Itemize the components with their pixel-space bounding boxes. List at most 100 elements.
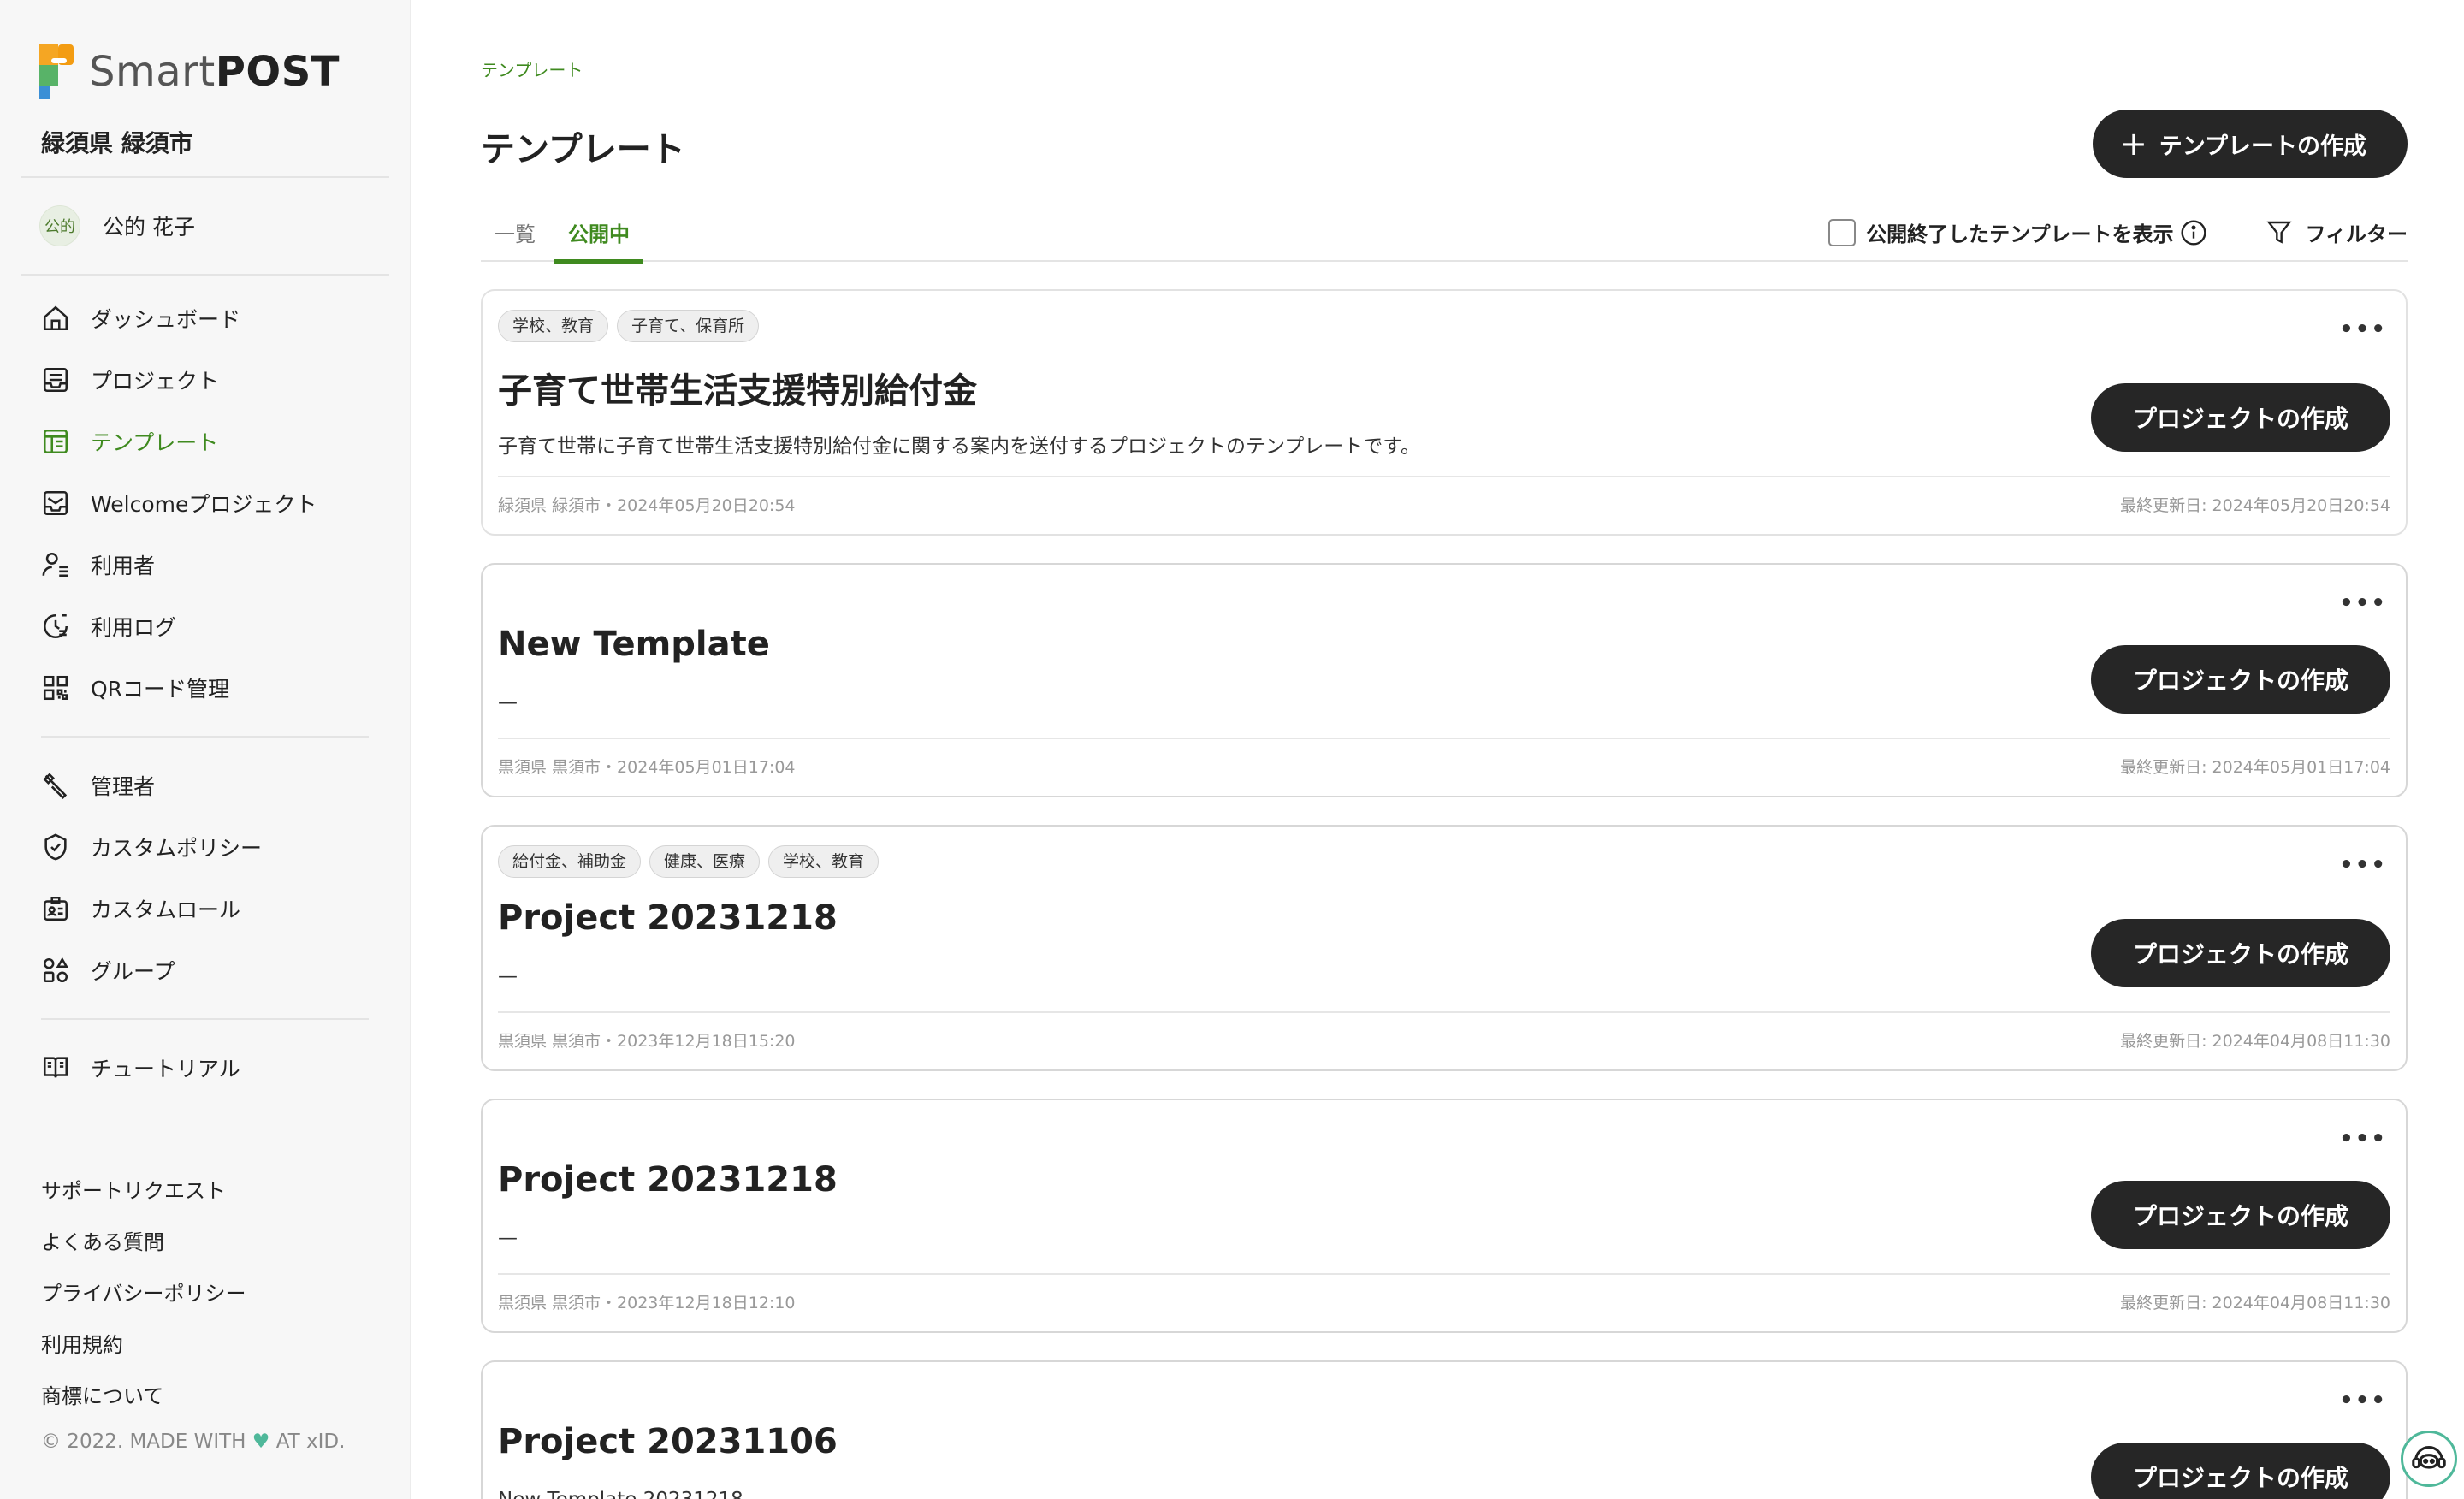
divider bbox=[498, 476, 2390, 477]
create-project-button[interactable]: プロジェクトの作成 bbox=[2091, 919, 2390, 987]
template-description: New Template 20231218 bbox=[498, 1489, 743, 1499]
template-title: 子育て世帯生活支援特別給付金 bbox=[498, 371, 977, 411]
template-updated: 最終更新日: 2024年04月08日11:30 bbox=[2120, 1032, 2390, 1051]
shield-icon bbox=[39, 831, 72, 863]
show-ended-label[interactable]: 公開終了したテンプレートを表示 bbox=[1866, 217, 2173, 247]
nav-admin: 管理者 カスタムポリシー カスタムロール グループ bbox=[21, 755, 389, 1001]
tag: 学校、教育 bbox=[768, 845, 880, 878]
sidebar-item-users[interactable]: 利用者 bbox=[21, 534, 389, 595]
template-updated: 最終更新日: 2024年05月20日20:54 bbox=[2120, 496, 2390, 515]
tab-all[interactable]: 一覧 bbox=[495, 217, 536, 260]
sidebar-item-usage-log[interactable]: 利用ログ bbox=[21, 595, 389, 657]
more-options-icon[interactable]: ••• bbox=[2339, 1388, 2387, 1413]
info-icon[interactable] bbox=[2180, 219, 2207, 246]
template-owner-created: 緑須県 緑須市・2024年05月20日20:54 bbox=[498, 496, 796, 515]
sidebar-item-label: QRコード管理 bbox=[91, 677, 230, 702]
page-title: テンプレート bbox=[481, 130, 685, 169]
template-list: 学校、教育 子育て、保育所 ••• 子育て世帯生活支援特別給付金 子育て世帯に子… bbox=[481, 289, 2408, 1499]
template-title: Project 20231218 bbox=[498, 898, 838, 938]
sidebar-item-label: 管理者 bbox=[91, 774, 156, 799]
sidebar-item-label: 利用ログ bbox=[91, 615, 177, 640]
sidebar-item-label: カスタムポリシー bbox=[91, 836, 263, 861]
sidebar-item-label: プロジェクト bbox=[91, 369, 220, 394]
sidebar-item-tutorial[interactable]: チュートリアル bbox=[21, 1037, 389, 1099]
create-project-button[interactable]: プロジェクトの作成 bbox=[2091, 645, 2390, 714]
template-description: 子育て世帯に子育て世帯生活支援特別給付金に関する案内を送付するプロジェクトのテン… bbox=[498, 435, 1421, 458]
nav-main: ダッシュボード プロジェクト テンプレート Welcomeプロジェクト 利用者 … bbox=[21, 276, 389, 719]
template-card[interactable]: 学校、教育 子育て、保育所 ••• 子育て世帯生活支援特別給付金 子育て世帯に子… bbox=[481, 289, 2408, 536]
footer-link-terms[interactable]: 利用規約 bbox=[41, 1319, 246, 1371]
heart-icon: ♥ bbox=[252, 1431, 270, 1453]
welcome-mail-icon bbox=[39, 487, 72, 519]
logo[interactable]: SmartPOST bbox=[21, 38, 389, 106]
tab-published[interactable]: 公開中 bbox=[554, 217, 643, 264]
group-shapes-icon bbox=[39, 954, 72, 986]
support-chat-button[interactable] bbox=[2401, 1431, 2457, 1487]
sidebar-item-projects[interactable]: プロジェクト bbox=[21, 349, 389, 411]
inbox-icon bbox=[39, 364, 72, 396]
breadcrumb[interactable]: テンプレート bbox=[481, 56, 583, 81]
sidebar-item-label: Welcomeプロジェクト bbox=[91, 492, 317, 517]
template-card[interactable]: ••• Project 20231106 New Template 202312… bbox=[481, 1360, 2408, 1499]
sidebar-item-admins[interactable]: 管理者 bbox=[21, 755, 389, 816]
sidebar-item-custom-role[interactable]: カスタムロール bbox=[21, 878, 389, 939]
footer-link-support[interactable]: サポートリクエスト bbox=[41, 1165, 246, 1217]
create-project-button[interactable]: プロジェクトの作成 bbox=[2091, 383, 2390, 452]
more-options-icon[interactable]: ••• bbox=[2339, 852, 2387, 878]
template-updated: 最終更新日: 2024年04月08日11:30 bbox=[2120, 1294, 2390, 1312]
avatar: 公的 bbox=[39, 205, 80, 246]
template-updated: 最終更新日: 2024年05月01日17:04 bbox=[2120, 758, 2390, 777]
user-list-icon bbox=[39, 548, 72, 581]
wrench-icon bbox=[39, 769, 72, 802]
more-options-icon[interactable]: ••• bbox=[2339, 1126, 2387, 1152]
divider bbox=[498, 1273, 2390, 1275]
id-card-icon bbox=[39, 892, 72, 925]
template-owner-created: 黒須県 黒須市・2023年12月18日12:10 bbox=[498, 1294, 796, 1312]
home-icon bbox=[39, 302, 72, 335]
user-name: 公的 花子 bbox=[103, 215, 195, 240]
footer-link-privacy[interactable]: プライバシーポリシー bbox=[41, 1268, 246, 1319]
template-icon bbox=[39, 425, 72, 458]
tag-list: 学校、教育 子育て、保育所 bbox=[498, 310, 760, 342]
qr-code-icon bbox=[39, 672, 72, 704]
sidebar-item-groups[interactable]: グループ bbox=[21, 939, 389, 1001]
template-title: Project 20231218 bbox=[498, 1160, 838, 1200]
main-content: テンプレート テンプレート + テンプレートの作成 一覧 公開中 公開終了したテ… bbox=[411, 0, 2464, 1499]
sidebar-item-dashboard[interactable]: ダッシュボード bbox=[21, 287, 389, 349]
sidebar-item-qr-code[interactable]: QRコード管理 bbox=[21, 657, 389, 719]
tab-tools: 公開終了したテンプレートを表示 フィルター bbox=[1828, 217, 2408, 247]
template-card[interactable]: 給付金、補助金 健康、医療 学校、教育 ••• Project 20231218… bbox=[481, 825, 2408, 1071]
sidebar-item-label: チュートリアル bbox=[91, 1057, 240, 1081]
template-title: New Template bbox=[498, 625, 770, 664]
sidebar: SmartPOST 緑須県 緑須市 公的 公的 花子 ダッシュボード プロジェク… bbox=[0, 0, 411, 1499]
user-profile[interactable]: 公的 公的 花子 bbox=[21, 178, 389, 274]
sidebar-item-custom-policy[interactable]: カスタムポリシー bbox=[21, 816, 389, 878]
template-card[interactable]: ••• New Template — プロジェクトの作成 黒須県 黒須市・202… bbox=[481, 563, 2408, 797]
book-icon bbox=[39, 1052, 72, 1084]
sidebar-item-welcome-project[interactable]: Welcomeプロジェクト bbox=[21, 472, 389, 534]
template-description: — bbox=[498, 1227, 518, 1249]
create-project-button[interactable]: プロジェクトの作成 bbox=[2091, 1181, 2390, 1249]
sidebar-item-templates[interactable]: テンプレート bbox=[21, 411, 389, 472]
create-project-button[interactable]: プロジェクトの作成 bbox=[2091, 1443, 2390, 1499]
sidebar-item-label: 利用者 bbox=[91, 554, 156, 578]
template-card[interactable]: ••• Project 20231218 — プロジェクトの作成 黒須県 黒須市… bbox=[481, 1099, 2408, 1333]
sidebar-item-label: ダッシュボード bbox=[91, 307, 241, 332]
template-title: Project 20231106 bbox=[498, 1422, 838, 1461]
template-description: — bbox=[498, 691, 518, 714]
footer-links: サポートリクエスト よくある質問 プライバシーポリシー 利用規約 商標について bbox=[41, 1165, 246, 1422]
tag: 子育て、保育所 bbox=[617, 310, 760, 342]
show-ended-checkbox[interactable] bbox=[1828, 218, 1857, 246]
footer-link-faq[interactable]: よくある質問 bbox=[41, 1217, 246, 1268]
filter-button[interactable]: フィルター bbox=[2266, 217, 2408, 247]
tabs: 一覧 公開中 公開終了したテンプレートを表示 フィルター bbox=[481, 202, 2408, 264]
footer-link-trademark[interactable]: 商標について bbox=[41, 1371, 246, 1422]
filter-icon bbox=[2267, 221, 2292, 244]
tag: 給付金、補助金 bbox=[498, 845, 642, 878]
create-template-button[interactable]: + テンプレートの作成 bbox=[2092, 110, 2408, 178]
organization-name: 緑須県 緑須市 bbox=[41, 129, 193, 157]
copyright: © 2022. MADE WITH ♥ AT xID. bbox=[41, 1431, 346, 1453]
more-options-icon[interactable]: ••• bbox=[2339, 590, 2387, 616]
more-options-icon[interactable]: ••• bbox=[2339, 317, 2387, 342]
history-icon bbox=[39, 610, 72, 643]
